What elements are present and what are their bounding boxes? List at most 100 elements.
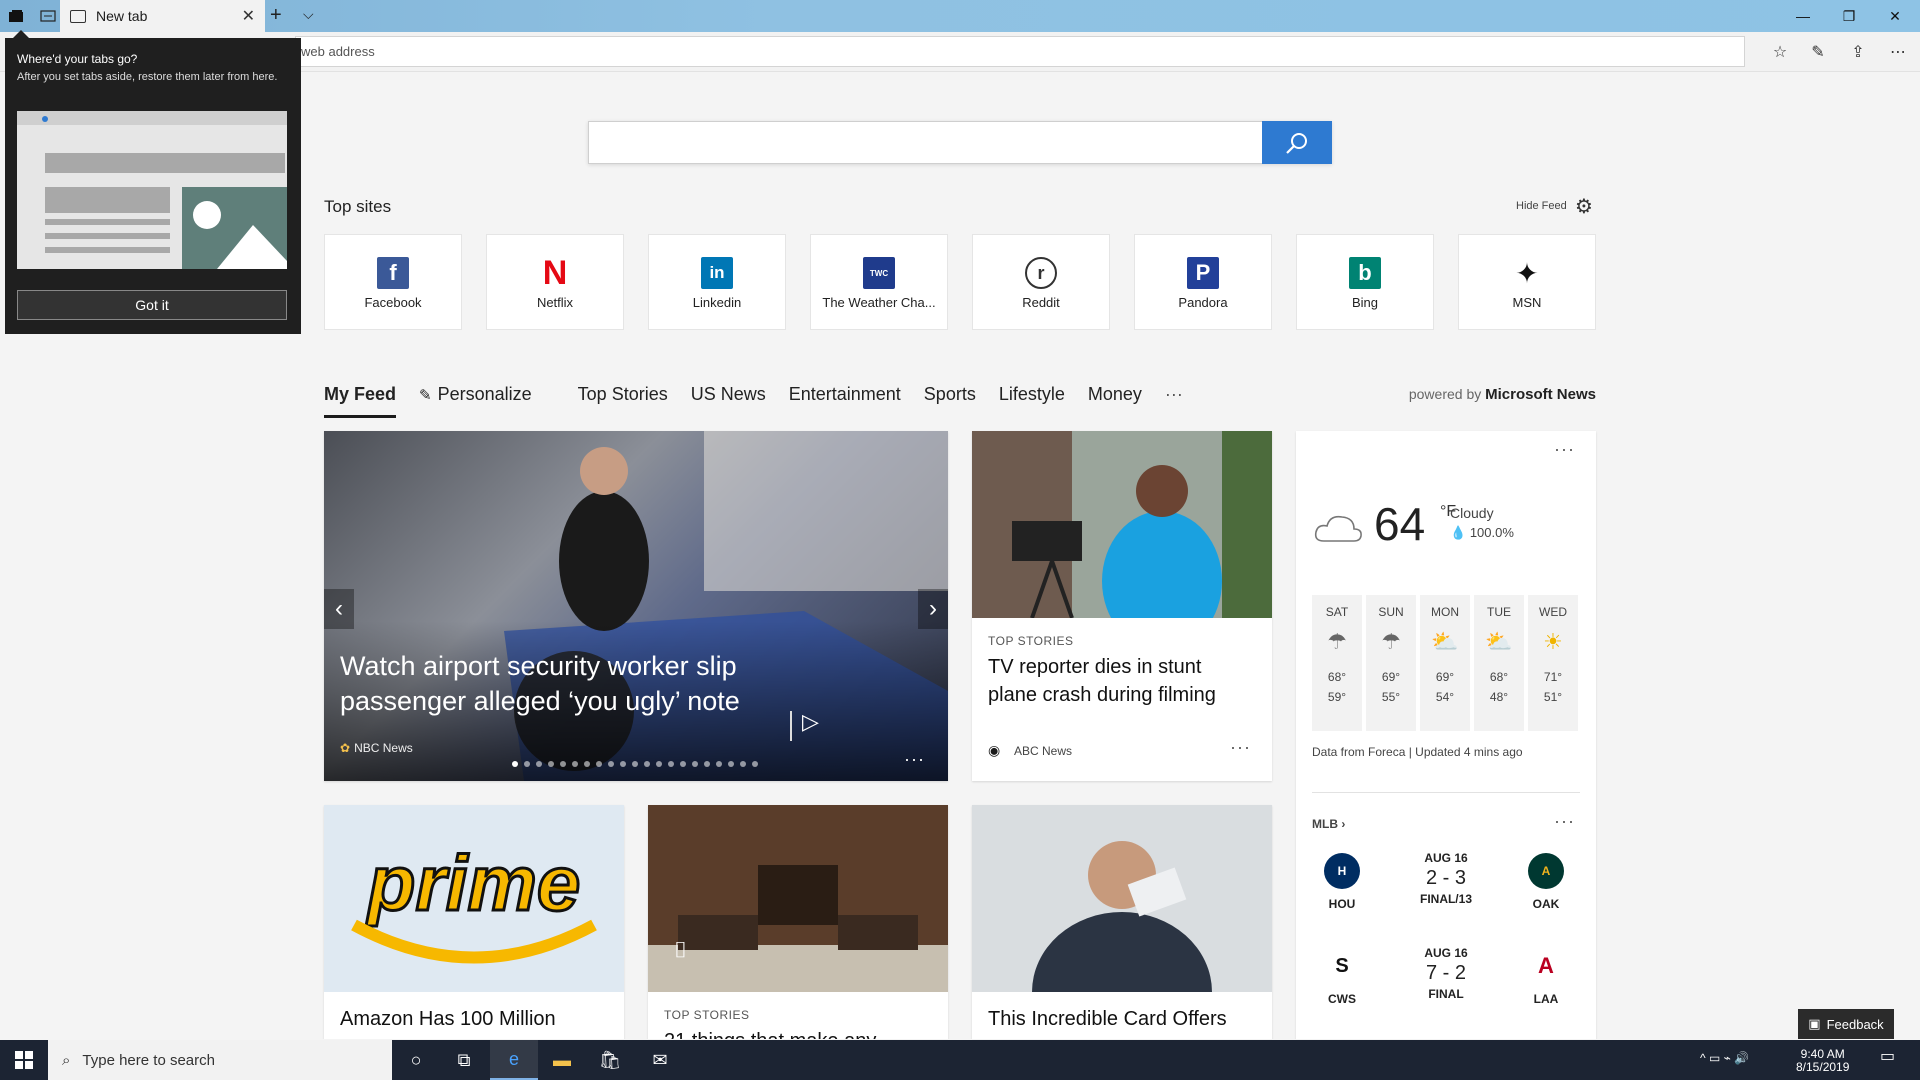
- clock[interactable]: 9:40 AM 8/15/2019: [1796, 1048, 1849, 1074]
- partly-cloudy-icon: ⛅: [1431, 629, 1459, 654]
- story-photo: [648, 805, 948, 992]
- team-away[interactable]: A OAK: [1516, 853, 1576, 911]
- hide-feed-button[interactable]: Hide Feed: [1516, 200, 1567, 212]
- restore-icon[interactable]: ❐: [1826, 4, 1872, 28]
- mlb-more-icon[interactable]: ···: [1554, 811, 1575, 832]
- weather-more-icon[interactable]: ···: [1554, 439, 1575, 460]
- hero-more-icon[interactable]: ···: [904, 749, 925, 770]
- story-title[interactable]: 21 things that make any: [664, 1027, 934, 1039]
- game-score[interactable]: AUG 16 2 - 3 FINAL/13: [1406, 851, 1486, 906]
- powered-by-brand[interactable]: Microsoft News: [1485, 386, 1596, 403]
- nbc-peacock-icon: ✿: [340, 741, 351, 755]
- story-kicker: TOP STORIES: [988, 634, 1074, 648]
- story-card-prime[interactable]: prime Amazon Has 100 Million: [324, 805, 624, 1039]
- top-site-label: Facebook: [364, 295, 422, 310]
- top-site-pandora[interactable]: P Pandora: [1134, 234, 1272, 330]
- tab-new-tab[interactable]: New tab ✕: [60, 0, 265, 32]
- hero-title[interactable]: Watch airport security worker slip passe…: [340, 649, 810, 719]
- top-site-bing[interactable]: b Bing: [1296, 234, 1434, 330]
- game-status: FINAL/13: [1419, 892, 1472, 906]
- story-title[interactable]: TV reporter dies in stunt plane crash du…: [988, 653, 1248, 709]
- day-low: 54°: [1435, 690, 1455, 704]
- story-title[interactable]: Amazon Has 100 Million: [340, 1005, 610, 1033]
- feedback-icon: ▣: [1808, 1016, 1821, 1031]
- chevron-down-icon[interactable]: ⌵: [303, 6, 314, 23]
- team-home[interactable]: H HOU: [1312, 853, 1372, 911]
- file-explorer-icon[interactable]: ▬: [538, 1040, 586, 1080]
- partly-cloudy-icon: ⛅: [1485, 629, 1513, 654]
- story-card-room[interactable]: ⌷ TOP STORIES 21 things that make any: [648, 805, 948, 1039]
- tabs-aside-icon[interactable]: [4, 4, 28, 28]
- story-title[interactable]: This Incredible Card Offers: [988, 1005, 1258, 1033]
- forecast-day[interactable]: SUN ☂ 69° 55°: [1366, 595, 1416, 731]
- top-site-linkedin[interactable]: in Linkedin: [648, 234, 786, 330]
- minimize-icon[interactable]: —: [1780, 4, 1826, 28]
- story-source: ABC News: [1014, 744, 1073, 758]
- feed-nav: My Feed ✎ Personalize Top Stories US News…: [324, 384, 1206, 418]
- more-categories-icon[interactable]: ···: [1165, 384, 1183, 418]
- tab-lifestyle[interactable]: Lifestyle: [999, 384, 1065, 418]
- team-abbr: CWS: [1328, 992, 1356, 1006]
- tab-entertainment[interactable]: Entertainment: [789, 384, 901, 418]
- game-score[interactable]: AUG 16 7 - 2 FINAL: [1406, 946, 1486, 1001]
- gear-icon[interactable]: ⚙: [1575, 194, 1593, 219]
- chevron-left-icon[interactable]: ‹: [324, 589, 354, 629]
- team-away[interactable]: A LAA: [1516, 948, 1576, 1006]
- share-icon[interactable]: ⇪: [1846, 40, 1870, 64]
- close-tab-icon[interactable]: ✕: [242, 6, 255, 26]
- task-view-icon[interactable]: ⧉: [440, 1040, 488, 1080]
- top-site-facebook[interactable]: f Facebook: [324, 234, 462, 330]
- story-more-icon[interactable]: ···: [1230, 737, 1251, 758]
- search-button[interactable]: [1262, 121, 1332, 164]
- story-card-tv-reporter[interactable]: TOP STORIES TV reporter dies in stunt pl…: [972, 431, 1272, 781]
- cortana-icon[interactable]: ○: [392, 1040, 440, 1080]
- mail-icon[interactable]: ✉: [636, 1040, 684, 1080]
- story-card-credit[interactable]: This Incredible Card Offers: [972, 805, 1272, 1039]
- windows-start-icon[interactable]: [0, 1040, 48, 1080]
- search-icon: ⌕: [62, 1051, 71, 1069]
- new-tab-plus-icon[interactable]: +: [270, 4, 282, 27]
- more-menu-icon[interactable]: ⋯: [1886, 40, 1910, 64]
- team-home[interactable]: S CWS: [1312, 948, 1372, 1006]
- tab-personalize[interactable]: ✎ Personalize: [419, 384, 555, 418]
- day-low: 51°: [1543, 690, 1563, 704]
- close-window-icon[interactable]: ✕: [1872, 4, 1918, 28]
- hero-story-card[interactable]: ‹ › Watch airport security worker slip p…: [324, 431, 948, 781]
- search-input[interactable]: [588, 121, 1332, 164]
- pen-icon[interactable]: ✎: [1806, 40, 1830, 64]
- notifications-icon[interactable]: ▭: [1880, 1049, 1895, 1065]
- angels-logo-icon: A: [1528, 948, 1564, 984]
- top-site-msn[interactable]: ✦ MSN: [1458, 234, 1596, 330]
- weather-channel-icon: TWC: [863, 257, 895, 289]
- top-site-reddit[interactable]: r Reddit: [972, 234, 1110, 330]
- chevron-right-icon[interactable]: ›: [918, 589, 948, 629]
- clock-date: 8/15/2019: [1796, 1060, 1850, 1074]
- tab-top-stories[interactable]: Top Stories: [578, 384, 668, 418]
- tab-sports[interactable]: Sports: [924, 384, 976, 418]
- forecast-day[interactable]: SAT ☂ 68° 59°: [1312, 595, 1362, 731]
- day-name: MON: [1431, 605, 1459, 619]
- tab-money[interactable]: Money: [1088, 384, 1142, 418]
- mlb-link[interactable]: MLB ›: [1312, 817, 1345, 831]
- tab-us-news[interactable]: US News: [691, 384, 766, 418]
- forecast-day[interactable]: TUE ⛅ 68° 48°: [1474, 595, 1524, 731]
- top-site-netflix[interactable]: N Netflix: [486, 234, 624, 330]
- address-input[interactable]: web address: [295, 36, 1745, 67]
- top-site-label: The Weather Cha...: [822, 295, 936, 310]
- set-tabs-aside-icon[interactable]: [36, 4, 60, 28]
- day-high: 71°: [1543, 670, 1563, 684]
- top-site-weather-channel[interactable]: TWC The Weather Cha...: [810, 234, 948, 330]
- got-it-button[interactable]: Got it: [17, 290, 287, 320]
- taskbar-search-input[interactable]: ⌕ Type here to search: [48, 1040, 392, 1080]
- day-name: SUN: [1378, 605, 1404, 619]
- tab-my-feed[interactable]: My Feed: [324, 384, 397, 418]
- weather-footer[interactable]: Data from Foreca | Updated 4 mins ago: [1312, 745, 1523, 759]
- play-icon[interactable]: ▷: [802, 709, 819, 735]
- forecast-day[interactable]: MON ⛅ 69° 54°: [1420, 595, 1470, 731]
- edge-icon[interactable]: e: [490, 1040, 538, 1080]
- store-icon[interactable]: 🛍: [586, 1040, 634, 1080]
- forecast-day[interactable]: WED ☀ 71° 51°: [1528, 595, 1578, 731]
- system-tray-icons[interactable]: ^ ▭ ⌁ 🔊: [1700, 1052, 1749, 1065]
- feedback-button[interactable]: ▣ Feedback: [1798, 1009, 1894, 1039]
- favorites-icon[interactable]: ☆: [1768, 40, 1792, 64]
